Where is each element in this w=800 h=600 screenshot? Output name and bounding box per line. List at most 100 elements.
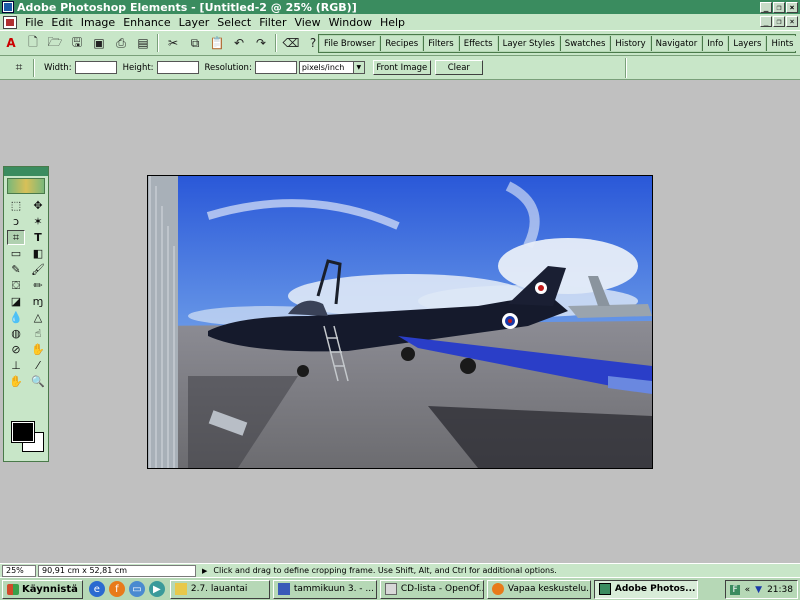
task-tammikuun[interactable]: tammikuun 3. - ... (272, 579, 377, 599)
marquee-tool-icon[interactable]: ⬚ (7, 198, 25, 213)
open-folder-icon[interactable]: 🗁 (46, 34, 64, 52)
foreground-color-swatch[interactable] (11, 421, 35, 443)
copy-icon[interactable]: ⧉ (186, 34, 204, 52)
task-vapaa-keskustelu[interactable]: Vapaa keskustelu... (486, 579, 591, 599)
dodge-tool-icon[interactable]: ⊘ (7, 342, 25, 357)
burn-tool-icon[interactable]: ✋ (29, 342, 47, 357)
system-tray: F « ▼ 21:38 (725, 580, 798, 599)
language-icon[interactable]: F (730, 584, 740, 595)
tab-navigator[interactable]: Navigator (650, 36, 702, 51)
minimize-button[interactable]: _ (760, 1, 772, 13)
brush-tool-icon[interactable]: 🖌 (29, 262, 47, 277)
document-icon[interactable] (3, 15, 17, 29)
internet-explorer-icon[interactable]: e (88, 581, 105, 597)
menu-layer[interactable]: Layer (175, 16, 214, 29)
resolution-input[interactable] (254, 61, 297, 74)
menu-view[interactable]: View (290, 16, 324, 29)
menu-bar: File Edit Image Enhance Layer Select Fil… (0, 14, 800, 30)
document-size: 90,91 cm x 52,81 cm (38, 564, 196, 577)
doc-close-button[interactable]: × (786, 16, 798, 27)
eraser-tool-icon[interactable]: ◪ (7, 294, 25, 309)
blur-tool-icon[interactable]: 💧 (7, 310, 25, 325)
restore-button[interactable]: ❐ (773, 1, 785, 13)
redo-icon[interactable]: ↷ (252, 34, 270, 52)
print-preview-icon[interactable]: ▤ (134, 34, 152, 52)
tab-layer-styles[interactable]: Layer Styles (497, 36, 559, 51)
task-2-7-lauantai[interactable]: 2.7. lauantai (169, 579, 270, 599)
sponge-tool-icon[interactable]: ◍ (7, 326, 25, 341)
height-input[interactable] (156, 61, 199, 74)
eyedropper-tool-icon[interactable]: ⁄ (29, 358, 47, 373)
window-title: Adobe Photoshop Elements - [Untitled-2 @… (17, 0, 357, 14)
task-adobe-photoshop[interactable]: Adobe Photos... (593, 579, 698, 599)
status-bar: 25% 90,91 cm x 52,81 cm ▶ Click and drag… (0, 563, 800, 577)
menu-window[interactable]: Window (325, 16, 376, 29)
save-for-web-icon[interactable]: ▣ (90, 34, 108, 52)
media-player-icon[interactable]: ▶ (148, 581, 165, 597)
doc-restore-button[interactable]: ❐ (773, 16, 785, 27)
zoom-tool-icon[interactable]: 🔍 (29, 374, 47, 389)
menu-image[interactable]: Image (77, 16, 119, 29)
tab-history[interactable]: History (610, 36, 650, 51)
show-hidden-icon[interactable]: « (745, 585, 751, 595)
print-icon[interactable]: ⎙ (112, 34, 130, 52)
hand-tool-icon[interactable]: ✋ (7, 374, 25, 389)
menu-select[interactable]: Select (213, 16, 255, 29)
step-backward-icon[interactable]: ⌫ (282, 34, 300, 52)
sharpen-tool-icon[interactable]: △ (29, 310, 47, 325)
image-canvas[interactable] (147, 175, 653, 469)
tab-swatches[interactable]: Swatches (559, 36, 610, 51)
undo-icon[interactable]: ↶ (230, 34, 248, 52)
adobe-online-icon[interactable]: A (2, 34, 20, 52)
menu-filter[interactable]: Filter (255, 16, 290, 29)
menu-file[interactable]: File (21, 16, 47, 29)
smudge-tool-icon[interactable]: ☝ (29, 326, 47, 341)
crop-tool-icon[interactable]: ⌗ (10, 59, 28, 77)
task-cd-lista[interactable]: CD-lista - OpenOf... (379, 579, 484, 599)
magic-wand-tool-icon[interactable]: ✶ (29, 214, 47, 229)
toolbox-grip[interactable] (4, 167, 48, 176)
zoom-field[interactable]: 25% (2, 564, 36, 577)
clone-stamp-icon[interactable]: ⊥ (7, 358, 25, 373)
menu-enhance[interactable]: Enhance (119, 16, 174, 29)
tab-hints[interactable]: Hints (766, 36, 798, 51)
tab-effects[interactable]: Effects (458, 36, 497, 51)
width-label: Width: (44, 62, 72, 73)
paint-bucket-icon[interactable]: ⛋ (7, 278, 25, 293)
clear-button[interactable]: Clear (434, 60, 483, 75)
type-tool-icon[interactable]: T (29, 230, 47, 245)
paste-icon[interactable]: 📋 (208, 34, 226, 52)
pencil-tool-icon[interactable]: ✏ (29, 278, 47, 293)
doc-minimize-button[interactable]: _ (760, 16, 772, 27)
new-file-icon[interactable]: 🗋 (24, 34, 42, 52)
network-icon[interactable]: ▼ (755, 585, 762, 595)
impressionist-brush-icon[interactable]: ɱ (29, 294, 47, 309)
start-button[interactable]: Käynnistä (2, 579, 83, 599)
tab-recipes[interactable]: Recipes (380, 36, 423, 51)
gradient-tool-icon[interactable]: ◧ (29, 246, 47, 261)
menu-help[interactable]: Help (376, 16, 409, 29)
firefox-icon[interactable]: f (108, 581, 125, 597)
height-label: Height: (122, 62, 154, 73)
menu-edit[interactable]: Edit (47, 16, 76, 29)
desktop-icon[interactable]: ▭ (128, 581, 145, 597)
lasso-tool-icon[interactable]: ↄ (7, 214, 25, 229)
tab-info[interactable]: Info (702, 36, 728, 51)
front-image-button[interactable]: Front Image (372, 60, 431, 75)
title-bar: Adobe Photoshop Elements - [Untitled-2 @… (0, 0, 800, 14)
photoshop-icon (598, 583, 611, 595)
move-tool-icon[interactable]: ✥ (29, 198, 47, 213)
tab-layers[interactable]: Layers (728, 36, 766, 51)
cut-icon[interactable]: ✂ (164, 34, 182, 52)
resolution-unit-select[interactable]: pixels/inch ▼ (298, 61, 365, 74)
task-label: Vapaa keskustelu... (507, 584, 591, 594)
tab-file-browser[interactable]: File Browser (320, 36, 380, 51)
width-input[interactable] (74, 61, 117, 74)
shape-tool-icon[interactable]: ▭ (7, 246, 25, 261)
play-arrow-icon[interactable]: ▶ (202, 567, 207, 575)
close-button[interactable]: × (786, 1, 798, 13)
tab-filters[interactable]: Filters (423, 36, 458, 51)
save-icon[interactable]: 🖫 (68, 34, 86, 52)
crop-tool-icon[interactable]: ⌗ (7, 230, 25, 245)
red-eye-brush-icon[interactable]: ✎ (7, 262, 25, 277)
